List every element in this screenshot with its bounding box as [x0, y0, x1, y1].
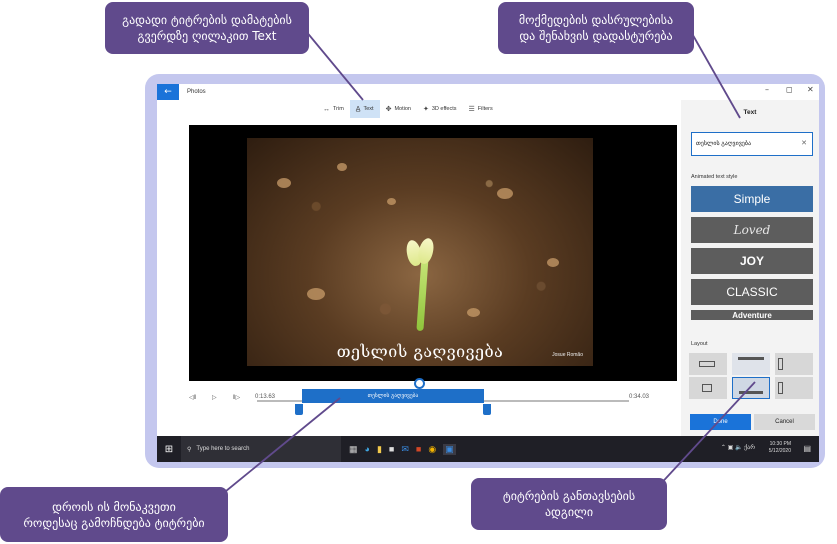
playhead[interactable]: [414, 378, 425, 389]
clock[interactable]: 10:30 PM 5/12/2020: [769, 441, 791, 455]
system-tray: ⌃ ▣ 🔈 ქარ: [721, 444, 755, 451]
title-bar: ← Photos – ◻ ✕: [157, 84, 819, 100]
step-back-icon[interactable]: ◁‖: [189, 394, 196, 401]
play-icon[interactable]: ▷: [212, 394, 217, 401]
motion-icon: ✥: [385, 106, 392, 113]
callout-layout: ტიტრების განთავსების ადგილი: [471, 478, 667, 530]
app-title: Photos: [187, 89, 206, 95]
notification-icon[interactable]: ▤: [803, 444, 811, 453]
search-icon: ⚲: [187, 446, 192, 453]
style-joy[interactable]: JOY: [691, 248, 813, 274]
step-forward-icon[interactable]: ‖▷: [233, 394, 240, 401]
mail-icon[interactable]: ✉: [401, 444, 409, 455]
text-icon: A̲: [355, 105, 361, 113]
arrow-left-icon: ←: [164, 87, 172, 97]
powerpoint-icon[interactable]: ■: [416, 444, 421, 454]
windows-start-icon[interactable]: ⊞: [157, 436, 181, 462]
preview-frame: თესლის გაღვივება Josue Romão: [247, 138, 593, 366]
callout-done: მოქმედების დასრულებისა და შენახვის დადას…: [498, 2, 694, 54]
layout-bottom-selected[interactable]: [732, 377, 770, 399]
callout-timing: დროის ის მონაკვეთი როდესაც გამოჩნდება ტი…: [0, 487, 228, 542]
done-button[interactable]: Done: [690, 414, 751, 430]
taskbar-apps: ▦ ◕ ▮ ■ ✉ ■ ◉ ▣: [349, 436, 456, 462]
filters-button[interactable]: ☰ Filters: [463, 100, 499, 118]
title-text-input[interactable]: თესლის გაღვივება ✕: [691, 132, 813, 156]
chevron-up-icon[interactable]: ⌃: [721, 445, 726, 451]
style-classic[interactable]: CLASSIC: [691, 279, 813, 305]
text-panel: Text თესლის გაღვივება ✕ Animated text sty…: [681, 100, 819, 436]
video-title-overlay: თესლის გაღვივება: [336, 342, 504, 361]
photos-app-icon[interactable]: ▣: [443, 443, 456, 455]
style-adventure[interactable]: Adventure: [691, 310, 813, 320]
store-icon[interactable]: ■: [389, 444, 394, 454]
layout-center-left[interactable]: [689, 353, 727, 375]
maximize-button[interactable]: ◻: [786, 85, 793, 94]
video-preview[interactable]: თესლის გაღვივება Josue Romão: [189, 125, 677, 381]
back-button[interactable]: ←: [157, 84, 179, 100]
network-icon[interactable]: ▣: [728, 445, 734, 451]
trim-icon: ↔: [323, 105, 330, 113]
taskbar-search[interactable]: ⚲ Type here to search: [181, 436, 341, 462]
range-end-handle[interactable]: [483, 404, 491, 415]
layout-left-lower[interactable]: [775, 377, 813, 399]
edit-toolbar: ↔ Trim A̲ Text ✥ Motion ✦ 3D effects ☰ Filter…: [317, 100, 499, 118]
language-indicator[interactable]: ქარ: [744, 445, 755, 451]
file-explorer-icon[interactable]: ▮: [377, 444, 382, 455]
photos-window: ← Photos – ◻ ✕ ↔ Trim A̲ Text ✥ Motion ✦ 3D …: [157, 84, 819, 436]
photo-credit: Josue Romão: [552, 352, 583, 358]
range-start-handle[interactable]: [295, 404, 303, 415]
text-duration-range[interactable]: თესლის გაღვივება: [302, 389, 484, 403]
tutorial-figure: ← Photos – ◻ ✕ ↔ Trim A̲ Text ✥ Motion ✦ 3D …: [0, 0, 837, 544]
callout-text-button: გადადი ტიტრების დამატების გვერდზე ღილაკი…: [105, 2, 309, 54]
volume-icon[interactable]: 🔈: [735, 445, 742, 451]
animated-style-label: Animated text style: [691, 174, 738, 180]
3d-effects-icon: ✦: [422, 106, 429, 113]
close-button[interactable]: ✕: [807, 85, 814, 94]
text-button[interactable]: A̲ Text: [349, 100, 380, 118]
motion-button[interactable]: ✥ Motion: [380, 100, 417, 118]
layout-left-bar[interactable]: [775, 353, 813, 375]
layout-middle[interactable]: [689, 377, 727, 399]
3d-effects-button[interactable]: ✦ 3D effects: [417, 100, 463, 118]
end-time: 0:34.03: [629, 394, 650, 400]
minimize-button[interactable]: –: [765, 85, 769, 94]
trim-button[interactable]: ↔ Trim: [317, 100, 350, 118]
filters-icon: ☰: [468, 106, 475, 113]
task-view-icon[interactable]: ▦: [349, 444, 358, 455]
style-simple[interactable]: Simple: [691, 186, 813, 212]
sprout: [416, 255, 429, 332]
windows-taskbar: ⊞ ⚲ Type here to search ▦ ◕ ▮ ■ ✉ ■ ◉ ▣ …: [157, 436, 819, 462]
clear-icon[interactable]: ✕: [801, 139, 807, 147]
edge-icon[interactable]: ◕: [365, 444, 370, 454]
layout-top[interactable]: [732, 353, 770, 375]
cancel-button[interactable]: Cancel: [754, 414, 815, 430]
chrome-icon[interactable]: ◉: [428, 444, 436, 455]
layout-label: Layout: [691, 341, 708, 347]
style-loved[interactable]: Loved: [691, 217, 813, 243]
panel-title: Text: [743, 109, 757, 116]
